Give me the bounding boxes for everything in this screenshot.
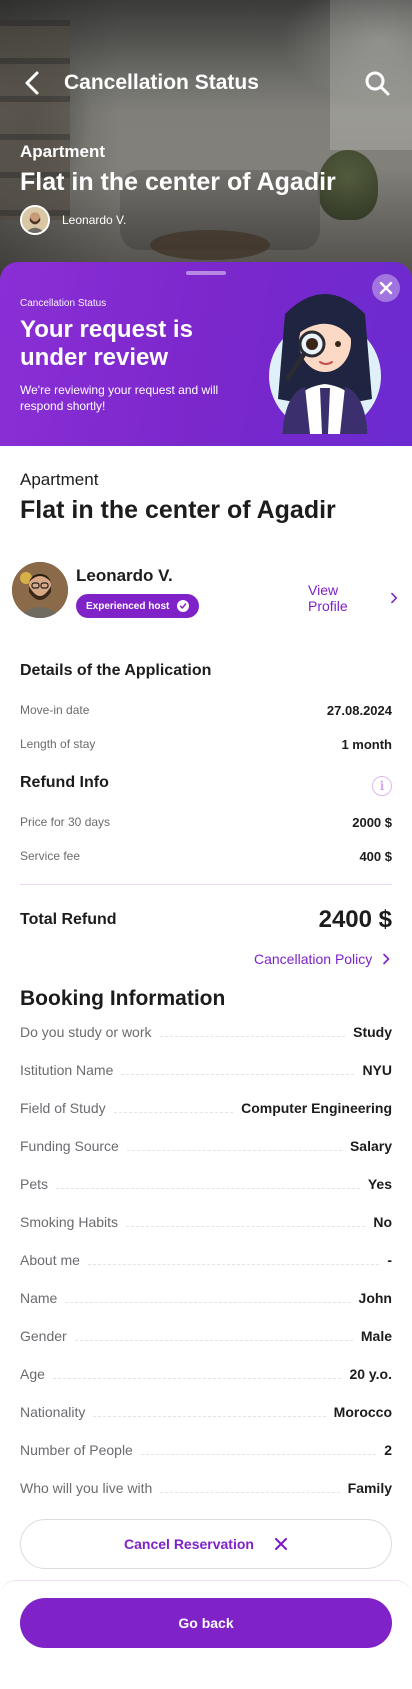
total-refund-value: 2400 $ <box>318 906 392 933</box>
refund-row: Price for 30 days 2000 $ <box>20 812 392 832</box>
row-value: 2 <box>384 1442 392 1458</box>
host-avatar[interactable] <box>12 562 68 618</box>
verified-check-icon <box>177 600 190 612</box>
hero-listing-title: Flat in the center of Agadir <box>20 168 336 196</box>
row-label: Number of People <box>20 1442 133 1458</box>
booking-row: Gender Male <box>20 1324 392 1348</box>
booking-heading: Booking Information <box>20 987 226 1010</box>
row-value: Male <box>360 1328 392 1344</box>
info-icon[interactable]: i <box>372 776 392 796</box>
application-row: Move-in date 27.08.2024 <box>20 700 392 720</box>
go-back-label: Go back <box>178 1615 234 1631</box>
host-row: Leonardo V. Experienced host View Profil… <box>12 562 400 622</box>
row-value: John <box>358 1290 392 1306</box>
booking-row: Pets Yes <box>20 1172 392 1196</box>
booking-row: Number of People 2 <box>20 1438 392 1462</box>
view-profile-link[interactable]: View Profile <box>308 582 400 614</box>
chevron-right-icon <box>391 592 398 604</box>
drag-handle[interactable] <box>186 271 226 275</box>
booking-row: Who will you live with Family <box>20 1476 392 1500</box>
screen-title: Cancellation Status <box>64 71 259 94</box>
status-card: Cancellation Status Your request is unde… <box>0 262 412 446</box>
row-value: Computer Engineering <box>241 1100 392 1116</box>
row-label: Price for 30 days <box>20 815 111 829</box>
row-label: Funding Source <box>20 1138 119 1154</box>
status-label: Cancellation Status <box>20 298 107 309</box>
chevron-right-icon <box>383 953 390 965</box>
row-label: Age <box>20 1366 45 1382</box>
row-label: Gender <box>20 1328 67 1344</box>
application-heading: Details of the Application <box>20 662 212 679</box>
row-label: Length of stay <box>20 737 96 751</box>
row-value: Morocco <box>333 1404 392 1420</box>
host-badge-label: Experienced host <box>86 600 170 612</box>
booking-row: Funding Source Salary <box>20 1134 392 1158</box>
search-button[interactable] <box>362 68 392 98</box>
hero-image: Cancellation Status Apartment Flat in th… <box>0 0 412 280</box>
cancellation-policy-link[interactable]: Cancellation Policy <box>254 951 392 967</box>
row-label: Name <box>20 1290 58 1306</box>
row-value: 20 y.o. <box>349 1366 392 1382</box>
reviewer-illustration <box>269 294 381 434</box>
booking-row: Do you study or work Study <box>20 1020 392 1044</box>
hero-host-name: Leonardo V. <box>62 213 127 227</box>
listing-type: Apartment <box>20 470 99 489</box>
refund-heading: Refund Info <box>20 774 109 791</box>
host-badge: Experienced host <box>76 594 200 618</box>
total-refund-row: Total Refund 2400 $ <box>20 904 392 936</box>
host-name: Leonardo V. <box>76 566 173 585</box>
cancel-reservation-label: Cancel Reservation <box>124 1536 254 1552</box>
total-refund-label: Total Refund <box>20 911 117 928</box>
cancel-reservation-button[interactable]: Cancel Reservation <box>20 1519 392 1569</box>
row-label: Service fee <box>20 849 81 863</box>
avatar <box>20 205 50 235</box>
divider <box>20 884 392 885</box>
row-value: Yes <box>367 1176 392 1192</box>
row-value: 2000 $ <box>352 814 392 830</box>
row-label: About me <box>20 1252 80 1268</box>
application-row: Length of stay 1 month <box>20 734 392 754</box>
row-value: Family <box>347 1480 392 1496</box>
status-heading: Your request is under review <box>20 316 193 371</box>
row-value: No <box>373 1214 392 1230</box>
row-label: Pets <box>20 1176 49 1192</box>
row-label: Smoking Habits <box>20 1214 119 1230</box>
row-value: NYU <box>362 1062 392 1078</box>
row-label: Field of Study <box>20 1100 106 1116</box>
booking-row: Smoking Habits No <box>20 1210 392 1234</box>
top-bar: Cancellation Status <box>0 62 412 104</box>
row-label: Move-in date <box>20 703 90 717</box>
refund-row: Service fee 400 $ <box>20 846 392 866</box>
row-value: Salary <box>349 1138 392 1154</box>
row-value: Study <box>353 1024 392 1040</box>
booking-row: Field of Study Computer Engineering <box>20 1096 392 1120</box>
close-icon <box>274 1537 288 1551</box>
status-description: We're reviewing your request and will re… <box>20 383 219 413</box>
row-value: 27.08.2024 <box>326 702 392 718</box>
booking-row: Istitution Name NYU <box>20 1058 392 1082</box>
cancellation-policy-label: Cancellation Policy <box>254 951 373 967</box>
row-value: 400 $ <box>359 848 392 864</box>
search-icon <box>365 71 390 96</box>
row-label: Who will you live with <box>20 1480 153 1496</box>
booking-row: Nationality Morocco <box>20 1400 392 1424</box>
view-profile-label: View Profile <box>308 582 348 614</box>
booking-row: About me - <box>20 1248 392 1272</box>
booking-row: Name John <box>20 1286 392 1310</box>
row-label: Do you study or work <box>20 1024 152 1040</box>
back-button[interactable] <box>18 68 48 98</box>
listing-title: Flat in the center of Agadir <box>20 496 336 524</box>
row-label: Istitution Name <box>20 1062 114 1078</box>
go-back-button[interactable]: Go back <box>20 1598 392 1648</box>
row-label: Nationality <box>20 1404 86 1420</box>
chevron-left-icon <box>25 71 39 95</box>
row-value: - <box>387 1252 392 1268</box>
hero-listing-type: Apartment <box>20 142 106 161</box>
row-value: 1 month <box>341 736 392 752</box>
hero-host[interactable]: Leonardo V. <box>20 205 126 235</box>
booking-row: Age 20 y.o. <box>20 1362 392 1386</box>
